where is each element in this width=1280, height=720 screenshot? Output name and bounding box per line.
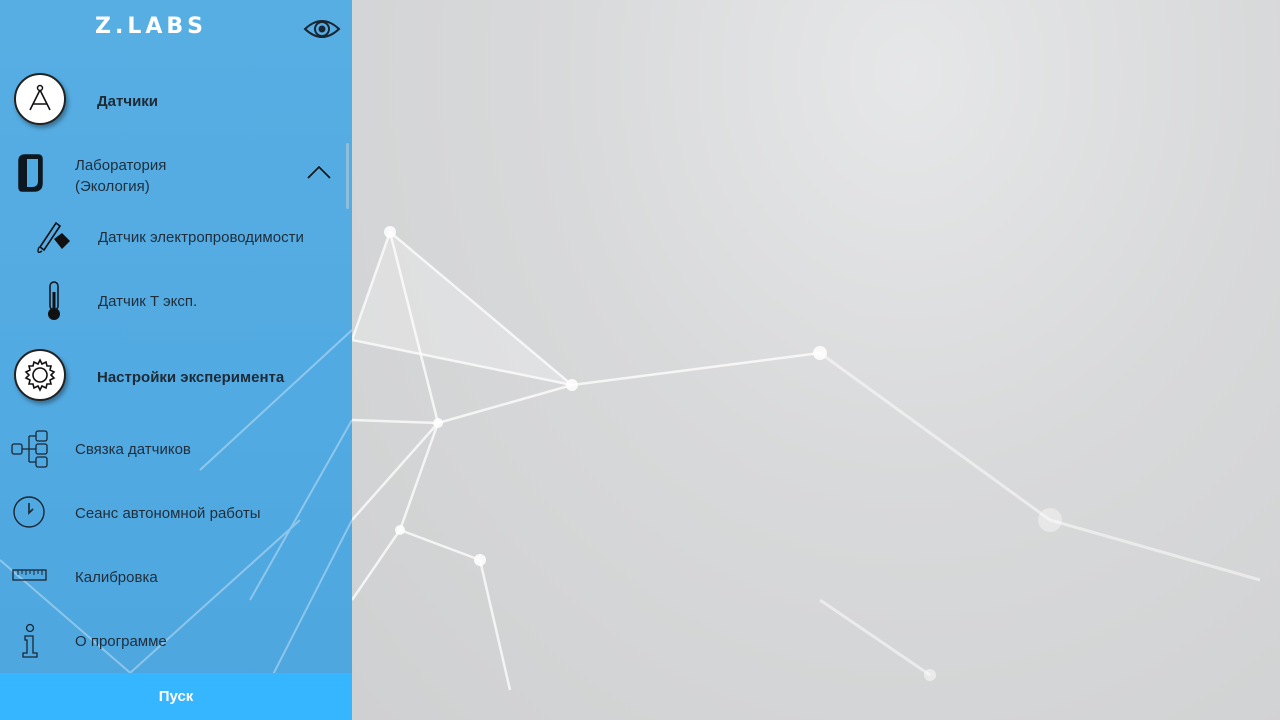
experiment-settings-label: Настройки эксперимента — [97, 369, 285, 386]
sensors-label: Датчики — [97, 93, 159, 110]
hierarchy-icon — [10, 430, 50, 472]
visibility-toggle-button[interactable] — [303, 15, 341, 43]
menu-header-sensors[interactable]: Датчики — [0, 72, 352, 130]
sensor-item-label: Датчик электропроводимости — [98, 229, 304, 246]
settings-item-label: О программе — [75, 633, 167, 650]
clock-icon — [12, 495, 48, 535]
lab-label: Лаборатория (Экология) — [75, 155, 166, 197]
settings-item-label: Связка датчиков — [75, 441, 191, 458]
settings-item-label: Калибровка — [75, 569, 158, 586]
sidebar: Z.LABS Датчики Лаборатория (Экология) Да… — [0, 0, 352, 720]
sensor-item-temperature[interactable]: Датчик T эксп. — [0, 278, 352, 324]
gear-icon — [14, 349, 66, 401]
start-button[interactable]: Пуск — [0, 673, 352, 720]
sensor-item-label: Датчик T эксп. — [98, 293, 198, 310]
settings-item-autonomous-session[interactable]: Сеанс автономной работы — [0, 490, 352, 536]
scrollbar-thumb[interactable] — [346, 143, 349, 209]
settings-item-label: Сеанс автономной работы — [75, 505, 261, 522]
info-icon — [20, 623, 40, 663]
app-logo: Z.LABS — [95, 14, 207, 39]
lab-device-icon — [16, 153, 44, 197]
network-graphic — [352, 226, 1261, 691]
ruler-icon — [12, 569, 48, 587]
menu-header-experiment-settings[interactable]: Настройки эксперимента — [0, 348, 352, 406]
lab-dropdown[interactable]: Лаборатория (Экология) — [0, 150, 352, 198]
lab-subtitle: (Экология) — [75, 178, 150, 195]
eye-icon — [303, 20, 341, 38]
thermometer-icon — [44, 280, 64, 326]
settings-item-calibration[interactable]: Калибровка — [0, 554, 352, 600]
sensor-item-conductivity[interactable]: Датчик электропроводимости — [0, 214, 352, 260]
chevron-up-icon[interactable] — [306, 164, 332, 184]
lab-name: Лаборатория — [75, 157, 167, 174]
settings-item-about[interactable]: О программе — [0, 618, 352, 664]
compass-icon — [14, 73, 66, 125]
settings-item-sensor-link[interactable]: Связка датчиков — [0, 426, 352, 472]
background-area — [352, 0, 1280, 720]
conductivity-probe-icon — [34, 217, 72, 261]
